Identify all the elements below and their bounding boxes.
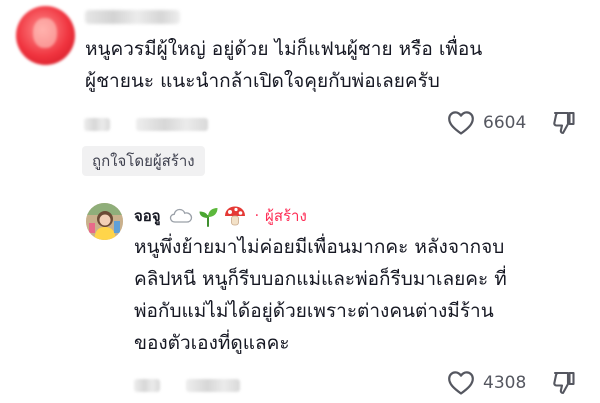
dislike-button[interactable] — [551, 110, 577, 140]
mushroom-emoji-icon — [223, 205, 247, 227]
liked-by-creator-badge: ถูกใจโดยผู้สร้าง — [82, 146, 205, 176]
heart-outline-icon — [447, 110, 475, 136]
blurred-username[interactable] — [85, 10, 180, 24]
thumbs-down-outline-icon — [551, 370, 577, 396]
like-count: 4308 — [483, 373, 527, 393]
comment-text: หนูควรมีผู้ใหญ่ อยู่ด้วย ไม่ก็แฟนผู้ชาย … — [85, 38, 483, 92]
comment-item: หนูควรมีผู้ใหญ่ อยู่ด้วย ไม่ก็แฟนผู้ชาย … — [0, 0, 600, 200]
comment-meta — [134, 374, 240, 396]
like-button[interactable]: 6604 — [447, 110, 526, 136]
cloud-emoji-icon — [169, 207, 193, 225]
heart-outline-icon — [447, 370, 475, 396]
reply-button[interactable] — [186, 378, 240, 392]
blurred-date — [134, 378, 160, 392]
author-name[interactable]: จอจู — [134, 204, 161, 228]
creator-label: ผู้สร้าง — [265, 207, 307, 225]
comment-reply: จอจู · ผู้สร้าง หนูพึ่งย้ายมาไม่ค่อยมีเพ… — [0, 195, 600, 403]
avatar-photo — [86, 203, 123, 240]
reply-text: หนูพึ่งย้ายมาไม่ค่อยมีเพื่อนมากคะ หลังจา… — [134, 236, 507, 354]
separator-dot: · — [254, 208, 260, 224]
dislike-button[interactable] — [551, 370, 577, 400]
seedling-emoji-icon — [197, 205, 219, 227]
like-button[interactable]: 4308 — [447, 370, 526, 396]
avatar[interactable] — [16, 6, 75, 65]
reply-author-row: จอจู · ผู้สร้าง — [134, 202, 307, 230]
like-count: 6604 — [483, 113, 527, 133]
comment-meta — [84, 113, 208, 135]
avatar[interactable] — [86, 203, 123, 240]
thumbs-down-outline-icon — [551, 110, 577, 136]
reply-button[interactable] — [136, 117, 208, 131]
blurred-date — [84, 117, 110, 131]
